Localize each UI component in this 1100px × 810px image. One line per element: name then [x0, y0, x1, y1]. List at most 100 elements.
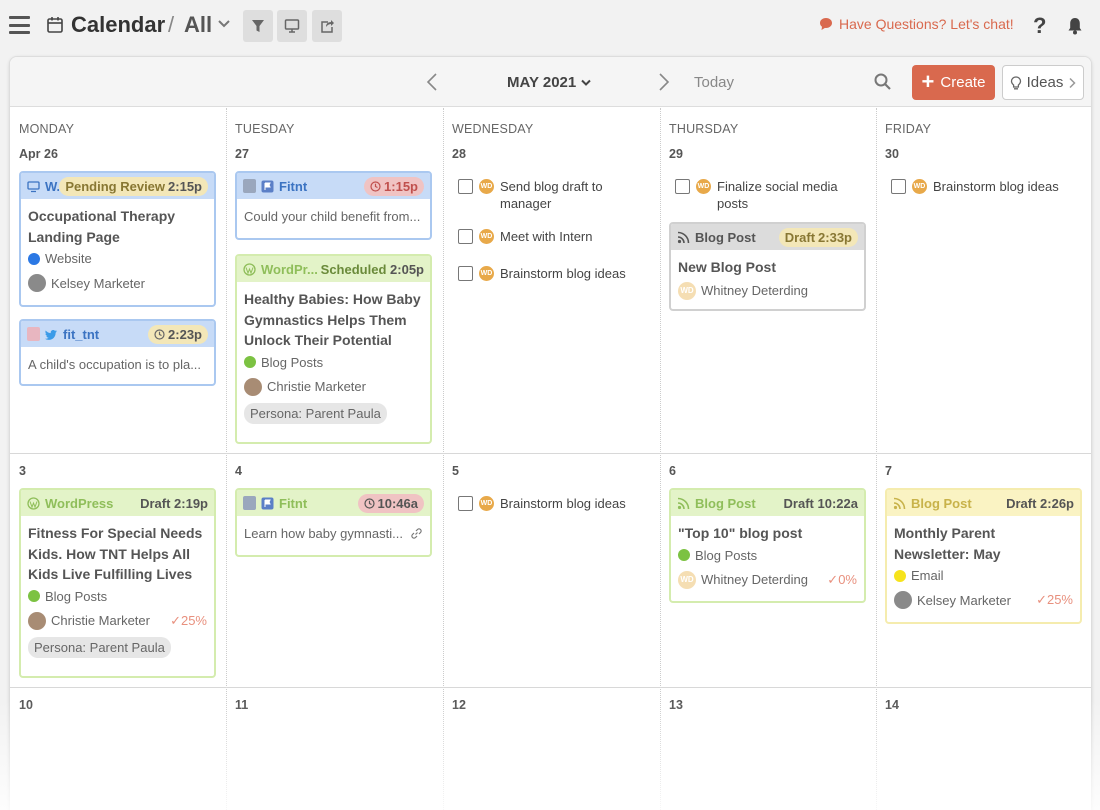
- date-number[interactable]: 7: [885, 464, 892, 478]
- card-category: Blog Posts: [678, 548, 857, 563]
- filter-button[interactable]: [243, 10, 273, 42]
- task-item: WD Brainstorm blog ideas: [891, 178, 1081, 195]
- wordpress-icon: [27, 496, 40, 510]
- assignee-avatar: WD: [479, 266, 494, 281]
- card-header: fit_tnt 2:23p: [21, 321, 214, 347]
- social-card-facebook[interactable]: Fitnt 10:46a Learn how baby gymnasti...: [235, 488, 432, 557]
- wordpress-icon: [243, 262, 256, 276]
- card-title: New Blog Post: [678, 259, 777, 275]
- date-number[interactable]: 10: [19, 698, 33, 712]
- date-number[interactable]: 12: [452, 698, 466, 712]
- status-badge: Scheduled 2:05p: [320, 261, 424, 277]
- post-preview: Learn how baby gymnasti...: [244, 526, 403, 541]
- plus-icon: +: [921, 68, 935, 94]
- share-icon: [321, 20, 334, 33]
- progress-indicator: ✓0%: [827, 571, 857, 587]
- card-body: Fitness For Special Needs Kids. How TNT …: [21, 516, 214, 665]
- date-number[interactable]: 30: [885, 147, 899, 161]
- date-number[interactable]: 4: [235, 464, 242, 478]
- flag-icon: [261, 180, 274, 192]
- card-source: Blog Post: [677, 230, 779, 245]
- category-dot: [244, 356, 256, 368]
- card-source: WordPress: [27, 496, 140, 511]
- week-divider: [10, 453, 1091, 454]
- task-item: WD Send blog draft to manager: [458, 178, 648, 212]
- date-number[interactable]: 28: [452, 147, 466, 161]
- task-checkbox[interactable]: [891, 179, 906, 194]
- link-icon[interactable]: [410, 527, 423, 540]
- content-card-wordpress[interactable]: WordPress Draft 2:19p Fitness For Specia…: [19, 488, 216, 678]
- chat-link[interactable]: Have Questions? Let's chat!: [819, 16, 1014, 32]
- month-selector[interactable]: MAY 2021: [507, 74, 591, 91]
- status-badge: Draft 2:19p: [140, 495, 208, 511]
- calendar-grid: MONDAY TUESDAY WEDNESDAY THURSDAY FRIDAY…: [10, 108, 1091, 810]
- task-item: WD Meet with Intern: [458, 228, 648, 245]
- chevron-right-icon: [1069, 77, 1076, 88]
- card-body: Occupational Therapy Landing Page Websit…: [21, 199, 214, 299]
- share-button[interactable]: [312, 10, 342, 42]
- menu-icon[interactable]: [9, 16, 30, 34]
- twitter-icon: [45, 329, 57, 340]
- date-number[interactable]: Apr 26: [19, 147, 58, 161]
- today-button[interactable]: Today: [694, 74, 734, 91]
- progress-indicator: ✓25%: [170, 612, 207, 628]
- card-body: "Top 10" blog post Blog Posts WD Whitney …: [671, 516, 864, 596]
- card-title: Monthly Parent Newsletter: May: [894, 525, 1001, 562]
- date-number[interactable]: 3: [19, 464, 26, 478]
- task-checkbox[interactable]: [458, 179, 473, 194]
- month-label: MAY 2021: [507, 74, 577, 91]
- assignee-avatar: WD: [479, 179, 494, 194]
- date-number[interactable]: 11: [235, 698, 248, 712]
- date-number[interactable]: 27: [235, 147, 249, 161]
- present-button[interactable]: [277, 10, 307, 42]
- card-title: "Top 10" blog post: [678, 525, 803, 541]
- chevron-right-icon[interactable]: [658, 72, 670, 92]
- card-header: Blog Post Draft 2:33p: [671, 224, 864, 250]
- rss-icon: [677, 231, 690, 243]
- ideas-button[interactable]: Ideas: [1002, 65, 1084, 100]
- card-title: Healthy Babies: How Baby Gymnastics Help…: [244, 291, 421, 348]
- content-card-blog-post[interactable]: Blog Post Draft 10:22a "Top 10" blog pos…: [669, 488, 866, 603]
- chevron-down-icon[interactable]: [217, 19, 231, 29]
- create-button[interactable]: + Create: [912, 65, 995, 100]
- chat-link-label: Have Questions? Let's chat!: [839, 16, 1014, 32]
- date-number[interactable]: 5: [452, 464, 459, 478]
- social-card-twitter[interactable]: fit_tnt 2:23p A child's occupation is to…: [19, 319, 216, 386]
- task-checkbox[interactable]: [458, 229, 473, 244]
- search-icon[interactable]: [874, 73, 891, 90]
- assignee-avatar: WD: [912, 179, 927, 194]
- card-body: New Blog Post WD Whitney Deterding: [671, 250, 864, 307]
- avatar: [244, 377, 262, 396]
- avatar: WD: [678, 570, 696, 589]
- status-badge: Draft 2:26p: [1006, 495, 1074, 511]
- task-checkbox[interactable]: [458, 266, 473, 281]
- card-header: Blog Post Draft 10:22a: [671, 490, 864, 516]
- content-card-blog-post[interactable]: Blog Post Draft 2:33p New Blog Post WD Wh…: [669, 222, 866, 311]
- date-number[interactable]: 6: [669, 464, 676, 478]
- task-checkbox[interactable]: [458, 496, 473, 511]
- chevron-down-icon: [581, 79, 591, 86]
- date-number[interactable]: 14: [885, 698, 899, 712]
- post-preview: Could your child benefit from...: [244, 209, 421, 224]
- day-header-thursday: THURSDAY: [669, 122, 739, 136]
- card-body: Monthly Parent Newsletter: May Email Kel…: [887, 516, 1080, 616]
- content-card-website[interactable]: W... Pending Review 2:15p Occupational T…: [19, 171, 216, 307]
- date-number[interactable]: 13: [669, 698, 683, 712]
- task-checkbox[interactable]: [675, 179, 690, 194]
- content-card-blog-post[interactable]: Blog Post Draft 2:26p Monthly Parent New…: [885, 488, 1082, 624]
- help-icon[interactable]: ?: [1033, 13, 1046, 39]
- social-card-facebook[interactable]: Fitnt 1:15p Could your child benefit fro…: [235, 171, 432, 240]
- card-body: Learn how baby gymnasti...: [237, 516, 430, 551]
- view-selector[interactable]: All: [184, 12, 212, 38]
- scheduled-time: 2:23p: [148, 324, 208, 344]
- flag-icon: [261, 497, 274, 509]
- day-header-tuesday: TUESDAY: [235, 122, 295, 136]
- task-item: WD Brainstorm blog ideas: [458, 265, 648, 282]
- day-header-wednesday: WEDNESDAY: [452, 122, 534, 136]
- date-number[interactable]: 29: [669, 147, 683, 161]
- category-dot: [894, 569, 906, 582]
- bell-icon[interactable]: [1067, 17, 1083, 35]
- chevron-left-icon[interactable]: [426, 72, 438, 92]
- content-card-wordpress[interactable]: WordPr... Scheduled 2:05p Healthy Babies…: [235, 254, 432, 444]
- calendar-toolbar: MAY 2021 Today + Create Ideas: [10, 57, 1091, 107]
